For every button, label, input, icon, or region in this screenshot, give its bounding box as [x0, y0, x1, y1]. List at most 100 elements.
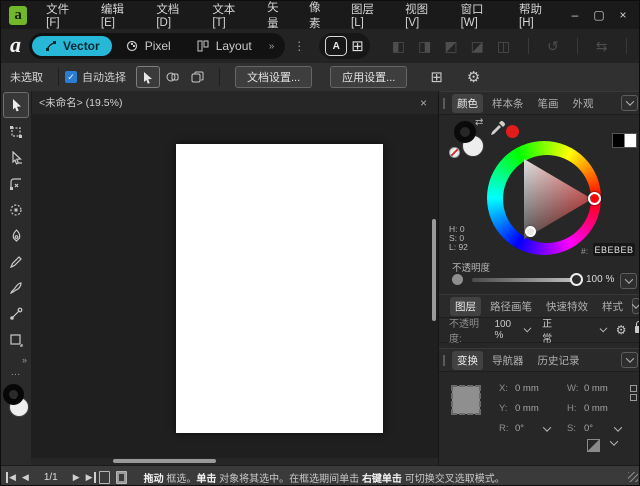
menu-help[interactable]: 帮助[H]: [509, 1, 565, 29]
close-button[interactable]: ×: [613, 6, 633, 24]
tab-styles[interactable]: 样式: [597, 297, 628, 316]
spread-view-icon[interactable]: [116, 471, 127, 484]
transform-origin-icon[interactable]: [587, 439, 600, 452]
boolean-subtract-icon[interactable]: ◨: [418, 38, 431, 55]
document-page[interactable]: [176, 144, 383, 433]
chevron-down-icon[interactable]: [543, 423, 551, 431]
horizontal-scrollbar-track[interactable]: [31, 458, 438, 465]
black-white-swatch[interactable]: [612, 133, 637, 148]
tools-more-icon[interactable]: »: [22, 355, 31, 365]
panel-collapse-button[interactable]: [621, 95, 638, 111]
tab-stroke[interactable]: 笔画: [533, 94, 564, 113]
menu-pixel[interactable]: 像素: [299, 0, 341, 31]
blend-mode-value[interactable]: 正常: [542, 315, 559, 345]
menu-document[interactable]: 文档[D]: [146, 1, 202, 29]
duplicate-button[interactable]: [186, 67, 208, 87]
edit-shapes-button[interactable]: [162, 67, 184, 87]
app-settings-button[interactable]: 应用设置...: [330, 66, 407, 88]
move-cursor-button[interactable]: [136, 66, 160, 88]
no-fill-icon[interactable]: [449, 147, 460, 158]
anchor-point-selector[interactable]: [452, 386, 480, 414]
previous-page-button[interactable]: ◀: [19, 472, 32, 483]
layer-settings-gear-icon[interactable]: ⚙: [616, 323, 627, 337]
tab-history[interactable]: 历史记录: [533, 351, 585, 370]
node-tool[interactable]: [4, 145, 28, 171]
boolean-divide-icon[interactable]: ◫: [497, 38, 510, 55]
chevron-down-icon[interactable]: [599, 324, 607, 332]
move-tool[interactable]: [3, 92, 29, 118]
margins-icon[interactable]: ⊞: [430, 68, 443, 86]
tab-color[interactable]: 颜色: [452, 94, 483, 113]
first-page-button[interactable]: ◀: [6, 472, 19, 483]
minimize-button[interactable]: –: [565, 6, 585, 24]
w-value[interactable]: 0 mm: [584, 383, 608, 394]
rectangle-tool[interactable]: [4, 327, 28, 353]
document-tab[interactable]: <未命名> (19.5%) ×: [31, 91, 438, 114]
picked-color-swatch[interactable]: [506, 125, 519, 138]
boolean-xor-icon[interactable]: ◪: [471, 38, 484, 55]
menu-text[interactable]: 文本[T]: [202, 1, 257, 29]
tab-transform[interactable]: 变换: [452, 351, 483, 370]
auto-select-checkbox[interactable]: ✓: [65, 71, 77, 83]
swap-colors-icon[interactable]: ⇄: [475, 117, 483, 128]
menu-view[interactable]: 视图[V]: [395, 1, 450, 29]
tab-layers[interactable]: 图层: [450, 297, 481, 316]
persona-more-icon[interactable]: »: [266, 41, 278, 52]
persona-layout[interactable]: Layout: [185, 36, 264, 56]
rotate-icon[interactable]: ↺: [547, 38, 559, 55]
horizontal-scrollbar-thumb[interactable]: [113, 459, 216, 463]
opacity-value[interactable]: 100 %: [586, 274, 614, 285]
aspect-link-icon[interactable]: [630, 385, 636, 400]
panel-collapse-button[interactable]: [632, 298, 640, 314]
vertical-scrollbar[interactable]: [432, 219, 436, 321]
x-value[interactable]: 0 mm: [515, 383, 539, 394]
stroke-color-well[interactable]: [454, 121, 476, 143]
pen-tool[interactable]: [4, 223, 28, 249]
toolbar-overflow-icon[interactable]: ⋮: [293, 39, 305, 53]
tab-close-icon[interactable]: ×: [417, 96, 430, 110]
opacity-dropdown-button[interactable]: [620, 273, 637, 289]
fill-gradient-tool[interactable]: [4, 301, 28, 327]
canvas-area[interactable]: [31, 114, 438, 459]
vector-brush-tool[interactable]: [4, 275, 28, 301]
tab-quick-fx[interactable]: 快速特效: [541, 297, 593, 316]
tab-navigator[interactable]: 导航器: [487, 351, 529, 370]
panel-collapse-button[interactable]: [621, 352, 638, 368]
document-setup-button[interactable]: 文档设置...: [235, 66, 312, 88]
snapping-toggle-button[interactable]: A: [325, 36, 347, 56]
maximize-button[interactable]: ▢: [589, 6, 609, 24]
next-page-button[interactable]: ▶: [70, 472, 83, 483]
chevron-down-icon[interactable]: [614, 423, 622, 431]
artboard-tool[interactable]: [4, 119, 28, 145]
r-value[interactable]: 0°: [515, 423, 524, 434]
boolean-intersect-icon[interactable]: ◩: [444, 38, 457, 55]
layers-opacity-value[interactable]: 100 %: [494, 319, 517, 341]
tab-swatches[interactable]: 样本条: [487, 94, 529, 113]
opacity-slider-track[interactable]: [472, 278, 579, 282]
tab-path-brushes[interactable]: 路径画笔: [485, 297, 537, 316]
menu-layer[interactable]: 图层[L]: [341, 1, 395, 29]
stroke-color-well[interactable]: [3, 384, 24, 405]
boolean-add-icon[interactable]: ◧: [392, 38, 405, 55]
chevron-down-icon[interactable]: [610, 437, 618, 445]
lock-icon[interactable]: [635, 326, 640, 333]
persona-vector[interactable]: Vector: [32, 36, 112, 56]
gear-icon[interactable]: ⚙: [467, 68, 480, 86]
last-page-button[interactable]: ▶: [83, 472, 96, 483]
persona-pixel[interactable]: Pixel: [114, 36, 183, 56]
chevron-down-icon[interactable]: [524, 324, 532, 332]
menu-edit[interactable]: 编辑[E]: [91, 1, 146, 29]
point-transform-tool[interactable]: [4, 197, 28, 223]
corner-tool[interactable]: [4, 171, 28, 197]
tab-appearance[interactable]: 外观: [568, 94, 599, 113]
resize-grip[interactable]: [628, 472, 638, 482]
tools-ellipsis-icon[interactable]: …: [11, 367, 22, 378]
h-value[interactable]: 0 mm: [584, 403, 608, 414]
hue-selector[interactable]: [588, 192, 601, 205]
color-picker-icon[interactable]: [489, 120, 506, 137]
hex-value-field[interactable]: EBEBEB: [593, 243, 635, 256]
s-value[interactable]: 0°: [584, 423, 593, 434]
shade-selector[interactable]: [525, 226, 536, 237]
opacity-slider-knob[interactable]: [570, 273, 583, 286]
menu-file[interactable]: 文件[F]: [36, 1, 91, 29]
